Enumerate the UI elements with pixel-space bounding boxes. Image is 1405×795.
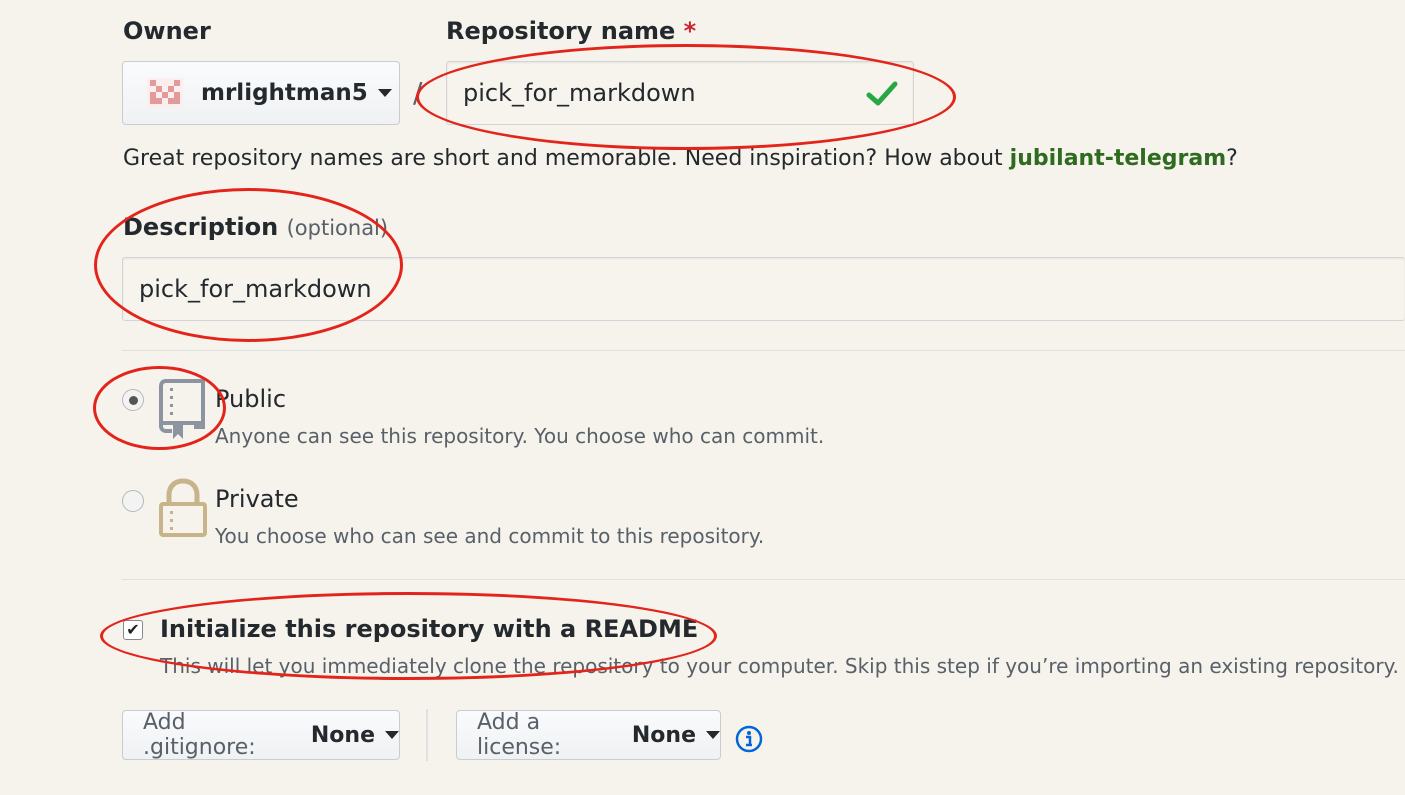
- hint-text-end: ?: [1226, 146, 1238, 171]
- hint-text: Great repository names are short and mem…: [123, 146, 1010, 171]
- owner-dropdown[interactable]: mrlightman5: [122, 61, 400, 125]
- owner-repo-separator: /: [413, 76, 423, 109]
- readme-label[interactable]: Initialize this repository with a README: [160, 615, 698, 643]
- public-title: Public: [215, 385, 287, 413]
- gitignore-value: None: [310, 722, 375, 748]
- gitignore-prefix: Add .gitignore:: [143, 710, 256, 760]
- readme-help-text: This will let you immediately clone the …: [160, 654, 1399, 678]
- license-dropdown[interactable]: Add a license: None: [456, 710, 721, 760]
- repo-book-icon: [159, 379, 205, 439]
- repo-name-hint: Great repository names are short and mem…: [123, 146, 1238, 171]
- private-description: You choose who can see and commit to thi…: [215, 524, 765, 548]
- section-divider: [122, 350, 1405, 351]
- owner-avatar: [147, 78, 183, 108]
- owner-username: mrlightman5: [201, 80, 368, 106]
- public-description: Anyone can see this repository. You choo…: [215, 424, 825, 448]
- private-title: Private: [215, 485, 299, 513]
- lock-icon: [159, 478, 207, 537]
- chevron-down-icon: [706, 731, 720, 739]
- chevron-down-icon: [385, 731, 399, 739]
- description-label: Description (optional): [123, 213, 388, 241]
- license-value: None: [631, 722, 696, 748]
- suggested-name-link[interactable]: jubilant-telegram: [1010, 146, 1226, 171]
- check-icon: [866, 81, 898, 106]
- identicon-avatar-icon: [147, 78, 183, 108]
- description-value: pick_for_markdown: [139, 275, 372, 303]
- required-marker: *: [683, 17, 697, 45]
- repo-name-label-text: Repository name: [446, 17, 676, 45]
- chevron-down-icon: [377, 89, 392, 97]
- info-icon[interactable]: [735, 725, 763, 753]
- optional-tag: (optional): [286, 216, 389, 240]
- section-divider: [122, 579, 1405, 580]
- description-input[interactable]: pick_for_markdown: [122, 257, 1405, 321]
- owner-label: Owner: [123, 17, 211, 45]
- public-radio[interactable]: [122, 389, 144, 411]
- gitignore-dropdown[interactable]: Add .gitignore: None: [122, 710, 400, 760]
- repo-name-value: pick_for_markdown: [463, 79, 696, 107]
- repo-name-input[interactable]: pick_for_markdown: [446, 61, 914, 125]
- private-radio[interactable]: [122, 490, 144, 512]
- readme-checkbox[interactable]: ✔: [123, 620, 143, 640]
- repo-name-label: Repository name *: [446, 17, 696, 45]
- button-divider: [426, 709, 428, 761]
- description-label-text: Description: [123, 213, 279, 241]
- license-prefix: Add a license:: [477, 710, 562, 760]
